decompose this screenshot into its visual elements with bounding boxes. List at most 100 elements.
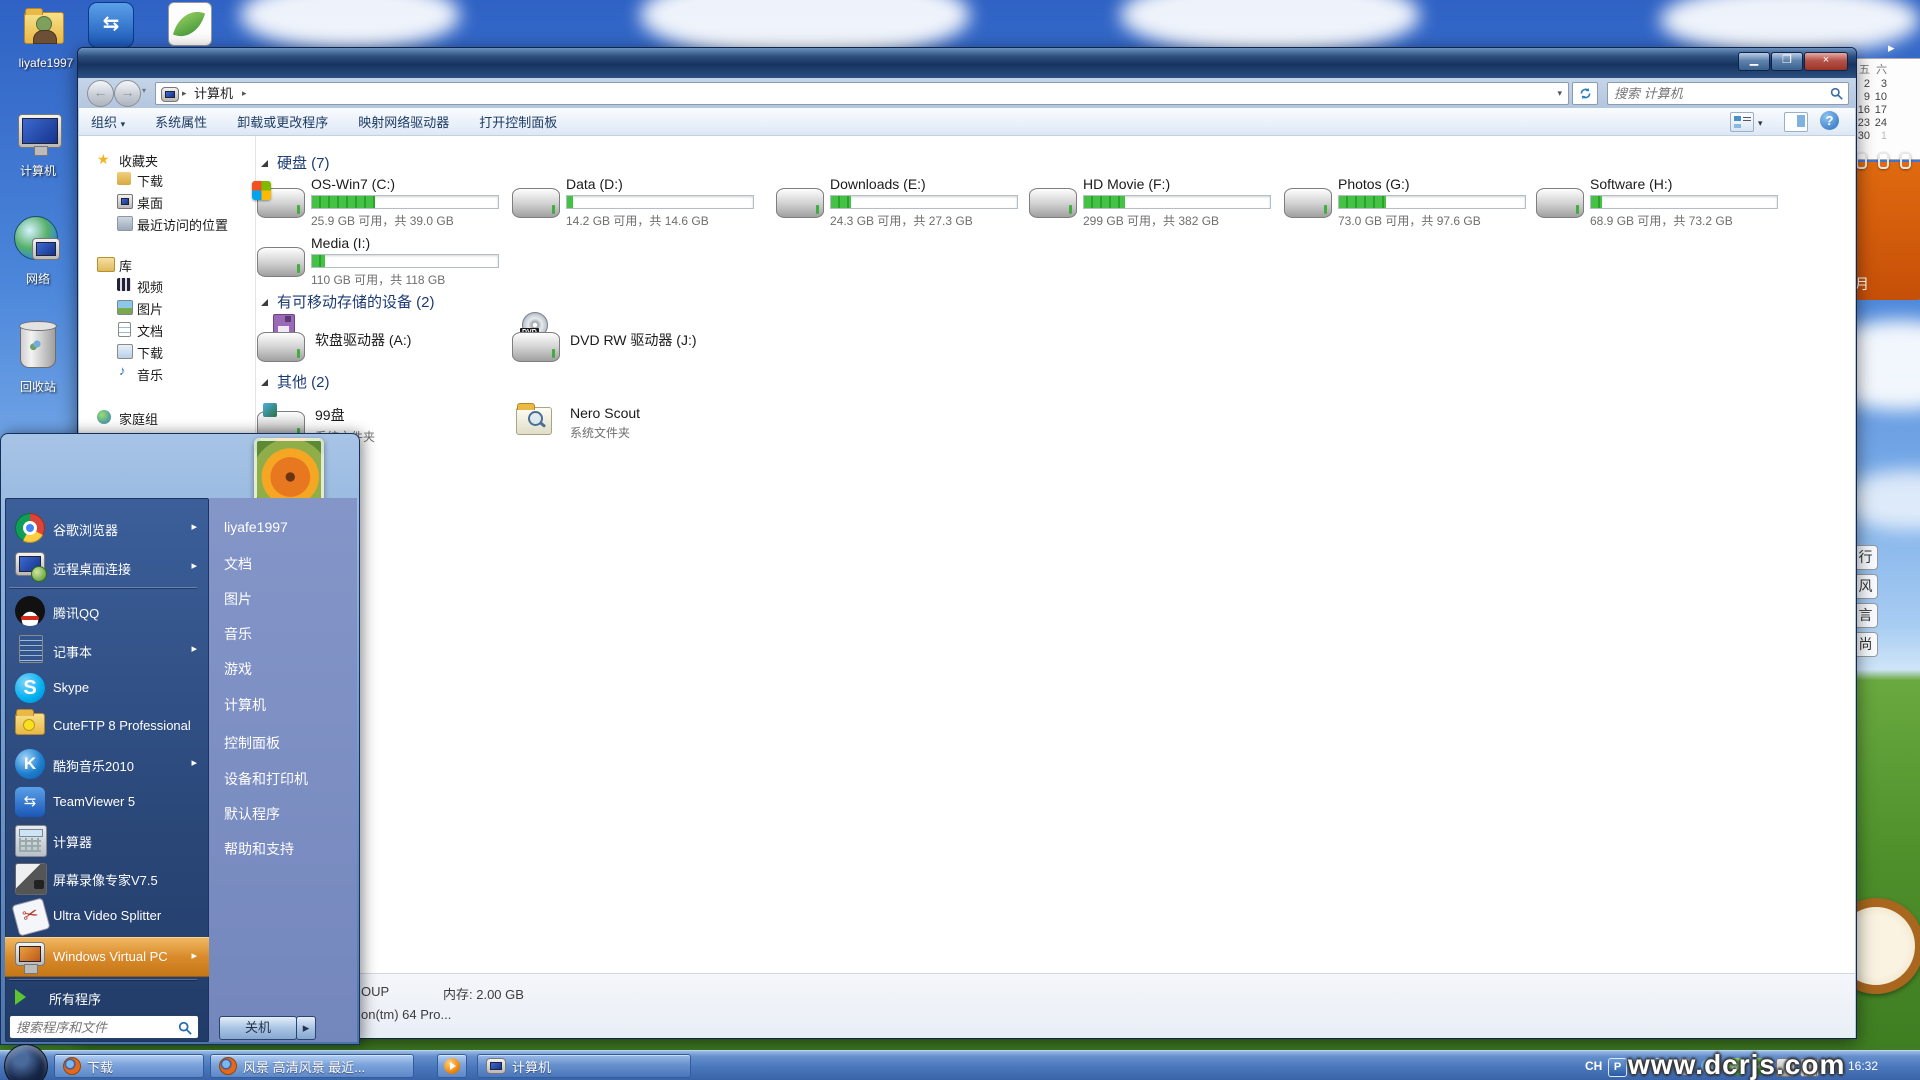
program-windows-virtual-pc[interactable]: Windows Virtual PC▸ — [5, 937, 209, 977]
drive-tile-f[interactable]: HD Movie (F:) 299 GB 可用，共 382 GB — [1029, 174, 1277, 230]
address-dropdown-icon[interactable]: ▾ — [1557, 83, 1562, 104]
desktop-icon-liyafe1997[interactable]: liyafe1997 — [8, 4, 84, 74]
search-input[interactable] — [1608, 83, 1848, 104]
window-titlebar[interactable] — [78, 48, 1856, 78]
group-header-hdd[interactable]: 硬盘 (7) — [277, 152, 330, 173]
program-kugou[interactable]: K 酷狗音乐2010▸ — [5, 745, 209, 783]
submenu-arrow-icon: ▸ — [191, 756, 197, 769]
minimize-button[interactable]: ▁ — [1738, 52, 1770, 71]
start-menu: liyafe1997 文档 图片 音乐 游戏 计算机 控制面板 设备和打印机 默… — [0, 433, 360, 1045]
sidebar-desktop[interactable]: 桌面 — [137, 193, 163, 212]
close-button[interactable]: × — [1804, 52, 1848, 71]
sidebar-libraries[interactable]: 库 — [119, 256, 132, 275]
start-button[interactable] — [4, 1044, 48, 1080]
calendar-cell: 1 — [1872, 129, 1889, 142]
ime-icon[interactable]: P — [1608, 1058, 1627, 1077]
shutdown-button[interactable]: 关机 — [219, 1016, 297, 1040]
sidebar-pictures[interactable]: 图片 — [137, 299, 163, 318]
taskbar-button-scenery[interactable]: 风景 高清风景 最近... — [210, 1054, 414, 1078]
notepad-icon — [19, 635, 43, 663]
program-rdp[interactable]: 远程桌面连接▸ — [5, 548, 209, 586]
sidebar-documents[interactable]: 文档 — [137, 321, 163, 340]
program-teamviewer[interactable]: ⇆ TeamViewer 5 — [5, 783, 209, 821]
drive-tile-i[interactable]: Media (I:) 110 GB 可用，共 118 GB — [257, 233, 505, 289]
language-indicator[interactable]: CH — [1585, 1059, 1602, 1073]
taskbar-button-media-player[interactable] — [437, 1054, 467, 1078]
drive-tile-e[interactable]: Downloads (E:) 24.3 GB 可用，共 27.3 GB — [776, 174, 1024, 230]
start-search-input[interactable] — [10, 1016, 198, 1038]
drive-name: Photos (G:) — [1338, 176, 1526, 192]
floppy-drive-tile[interactable]: 软盘驱动器 (A:) — [257, 314, 505, 364]
toolbar-map-network-drive[interactable]: 映射网络驱动器 — [358, 112, 449, 131]
calendar-gadget[interactable]: 五 六 23 910 1617 2324 301 — [1850, 58, 1920, 160]
menu-games[interactable]: 游戏 — [224, 659, 252, 683]
sidebar-downloads[interactable]: 下载 — [137, 171, 163, 190]
desktop-icon-recycle-bin[interactable]: 回收站 — [0, 320, 76, 396]
back-button[interactable]: ← — [87, 80, 114, 107]
views-icon2 — [1734, 124, 1741, 128]
crumb-arrow-icon[interactable]: ▸ — [242, 83, 247, 104]
sidebar-music[interactable]: 音乐 — [137, 365, 163, 384]
menu-music[interactable]: 音乐 — [224, 624, 252, 648]
organize-menu[interactable]: 组织 ▾ — [91, 112, 125, 131]
forward-button[interactable]: → — [114, 80, 141, 107]
views-dropdown-icon[interactable]: ▾ — [1758, 118, 1763, 129]
drive-caption: 25.9 GB 可用，共 39.0 GB — [311, 212, 499, 229]
menu-default-programs[interactable]: 默认程序 — [224, 804, 280, 828]
group-collapse-icon[interactable] — [261, 160, 268, 167]
search-box[interactable] — [1607, 82, 1849, 105]
program-skype[interactable]: S Skype — [5, 669, 209, 707]
taskbar-button-computer[interactable]: 计算机 — [477, 1054, 691, 1078]
gadget-sidebar-arrow[interactable]: ▸ — [1888, 40, 1895, 56]
program-screen-recorder[interactable]: 屏幕录像专家V7.5 — [5, 859, 209, 897]
sidebar-homegroup[interactable]: 家庭组 — [119, 409, 158, 428]
menu-devices-printers[interactable]: 设备和打印机 — [224, 769, 308, 793]
toolbar-open-control-panel[interactable]: 打开控制面板 — [479, 112, 557, 131]
sidebar-downloads-library[interactable]: 下载 — [137, 343, 163, 362]
drive-tile-c[interactable]: OS-Win7 (C:) 25.9 GB 可用，共 39.0 GB — [257, 174, 505, 230]
dvd-drive-tile[interactable]: DVD DVD RW 驱动器 (J:) — [512, 314, 760, 364]
tile-nero-scout[interactable]: Nero Scout 系统文件夹 — [512, 399, 760, 449]
maximize-button[interactable]: ❒ — [1771, 52, 1803, 71]
sidebar-recent-places[interactable]: 最近访问的位置 — [137, 215, 228, 234]
shutdown-options-arrow[interactable]: ▸ — [296, 1016, 316, 1040]
sidebar-videos[interactable]: 视频 — [137, 277, 163, 296]
program-cuteftp[interactable]: CuteFTP 8 Professional — [5, 707, 209, 745]
refresh-button[interactable] — [1572, 82, 1598, 105]
program-chrome[interactable]: 谷歌浏览器▸ — [5, 509, 209, 547]
menu-help-support[interactable]: 帮助和支持 — [224, 839, 294, 863]
breadcrumb[interactable]: 计算机 — [194, 83, 233, 104]
program-calculator[interactable]: 计算器 — [5, 821, 209, 859]
menu-pictures[interactable]: 图片 — [224, 589, 252, 613]
group-header-other[interactable]: 其他 (2) — [277, 371, 330, 392]
preview-pane-button[interactable] — [1784, 112, 1808, 132]
sidebar-favorites[interactable]: 收藏夹 — [119, 151, 158, 170]
user-person-icon — [36, 16, 52, 32]
group-header-removable[interactable]: 有可移动存储的设备 (2) — [277, 291, 435, 312]
all-programs[interactable]: 所有程序 — [1, 983, 205, 1011]
nav-history-dropdown[interactable]: ▾ — [142, 86, 146, 95]
desktop-icon-computer[interactable]: 计算机 — [0, 110, 76, 180]
group-collapse-icon[interactable] — [261, 299, 268, 306]
tray-clock[interactable]: 16:32 — [1848, 1059, 1878, 1073]
group-collapse-icon[interactable] — [261, 379, 268, 386]
program-qq[interactable]: 腾讯QQ — [5, 592, 209, 630]
toolbar-uninstall-program[interactable]: 卸载或更改程序 — [237, 112, 328, 131]
drive-tile-d[interactable]: Data (D:) 14.2 GB 可用，共 14.6 GB — [512, 174, 760, 230]
menu-user-name[interactable]: liyafe1997 — [224, 519, 288, 543]
help-button[interactable]: ? — [1820, 111, 1839, 130]
desktop-icon-network[interactable]: 网络 — [0, 212, 76, 288]
address-bar[interactable]: ▸ 计算机 ▸ ▾ — [155, 82, 1569, 105]
start-search-box[interactable] — [9, 1015, 199, 1039]
menu-documents[interactable]: 文档 — [224, 554, 252, 578]
menu-control-panel[interactable]: 控制面板 — [224, 733, 280, 757]
program-notepad[interactable]: 记事本▸ — [5, 631, 209, 669]
drive-tile-h[interactable]: Software (H:) 68.9 GB 可用，共 73.2 GB — [1536, 174, 1784, 230]
drive-tile-g[interactable]: Photos (G:) 73.0 GB 可用，共 97.6 GB — [1284, 174, 1532, 230]
menu-computer[interactable]: 计算机 — [224, 695, 266, 719]
toolbar-system-properties[interactable]: 系统属性 — [155, 112, 207, 131]
program-video-splitter[interactable]: ✂ Ultra Video Splitter — [5, 897, 209, 935]
views-button[interactable] — [1730, 112, 1754, 132]
user-avatar[interactable] — [254, 438, 324, 506]
taskbar-button-download[interactable]: 下载 — [54, 1054, 204, 1078]
